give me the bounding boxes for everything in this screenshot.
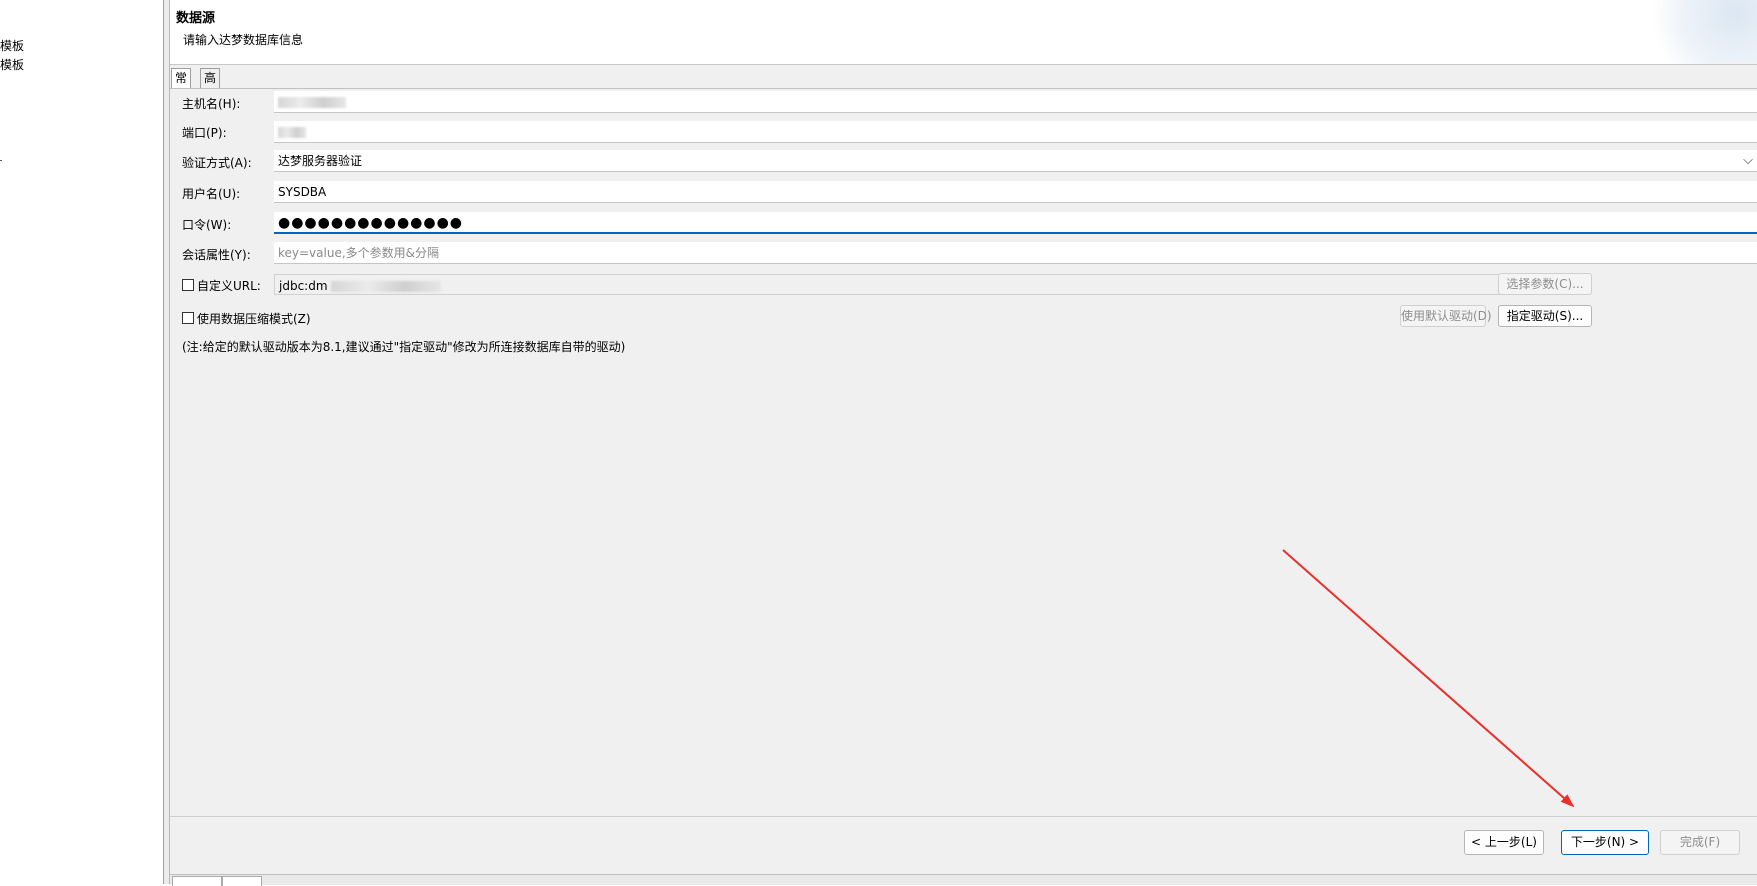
left-tree-pane: 模板 模板 bbox=[0, 0, 164, 884]
bottom-tab[interactable] bbox=[172, 876, 222, 886]
auth-select[interactable]: 达梦服务器验证 ⌵ bbox=[274, 150, 1757, 172]
auth-label: 验证方式(A): bbox=[182, 156, 252, 170]
session-props-label: 会话属性(Y): bbox=[182, 248, 251, 262]
host-label: 主机名(H): bbox=[182, 97, 241, 111]
custom-url-checkbox[interactable]: 自定义URL: bbox=[182, 277, 261, 294]
new-datasource-dialog: 数据源 请输入达梦数据库信息 常规 高级 主机名(H): 端口(P): 验证方式… bbox=[170, 0, 1757, 886]
port-input[interactable] bbox=[274, 121, 1757, 143]
page-subtitle: 请输入达梦数据库信息 bbox=[183, 33, 304, 47]
password-input[interactable]: ●●●●●●●●●●●●●● bbox=[274, 212, 1757, 234]
chevron-down-icon: ⌵ bbox=[1743, 153, 1753, 168]
password-label: 口令(W): bbox=[182, 218, 232, 232]
custom-url-value: jdbc:dm bbox=[279, 279, 328, 293]
choose-params-button[interactable]: 选择参数(C)... bbox=[1498, 273, 1592, 295]
bottom-tab-strip bbox=[170, 874, 1757, 886]
port-label: 端口(P): bbox=[182, 126, 227, 140]
custom-url-label: 自定义URL: bbox=[197, 279, 261, 293]
dialog-header: 数据源 请输入达梦数据库信息 bbox=[170, 0, 1757, 65]
redacted-text bbox=[278, 127, 306, 138]
tree-item[interactable]: 模板 bbox=[0, 57, 24, 73]
back-button[interactable]: < 上一步(L) bbox=[1464, 830, 1544, 855]
compress-mode-checkbox[interactable]: 使用数据压缩模式(Z) bbox=[182, 310, 311, 327]
specify-driver-button[interactable]: 指定驱动(S)... bbox=[1498, 305, 1592, 327]
session-props-input[interactable]: key=value,多个参数用&分隔 bbox=[274, 242, 1757, 264]
checkbox-box[interactable] bbox=[182, 279, 194, 291]
tree-connector bbox=[0, 160, 2, 161]
tab-panel-general: 主机名(H): 端口(P): 验证方式(A): 达梦服务器验证 ⌵ 用户名(U)… bbox=[170, 88, 1757, 817]
tab-advanced[interactable]: 高级 bbox=[200, 68, 221, 104]
bottom-tab[interactable] bbox=[222, 876, 262, 886]
wizard-button-bar: < 上一步(L) 下一步(N) > 完成(F) bbox=[170, 816, 1757, 875]
username-input[interactable]: SYSDBA bbox=[274, 181, 1757, 203]
host-input[interactable] bbox=[274, 91, 1757, 113]
username-label: 用户名(U): bbox=[182, 187, 241, 201]
page-title: 数据源 bbox=[176, 11, 216, 26]
custom-url-input: jdbc:dm bbox=[274, 274, 1516, 295]
banner-graphic bbox=[1637, 0, 1757, 64]
tab-general[interactable]: 常规 bbox=[171, 68, 192, 104]
checkbox-box[interactable] bbox=[182, 312, 194, 324]
driver-version-note: (注:给定的默认驱动版本为8.1,建议通过"指定驱动"修改为所连接数据库自带的驱… bbox=[182, 340, 626, 354]
next-button[interactable]: 下一步(N) > bbox=[1561, 830, 1649, 855]
auth-select-value: 达梦服务器验证 bbox=[278, 154, 363, 168]
finish-button[interactable]: 完成(F) bbox=[1660, 830, 1740, 855]
redacted-text bbox=[331, 281, 442, 292]
default-driver-button[interactable]: 使用默认驱动(D) bbox=[1400, 305, 1492, 327]
compress-mode-label: 使用数据压缩模式(Z) bbox=[197, 312, 311, 326]
tree-item[interactable]: 模板 bbox=[0, 38, 24, 54]
redacted-text bbox=[278, 97, 346, 108]
